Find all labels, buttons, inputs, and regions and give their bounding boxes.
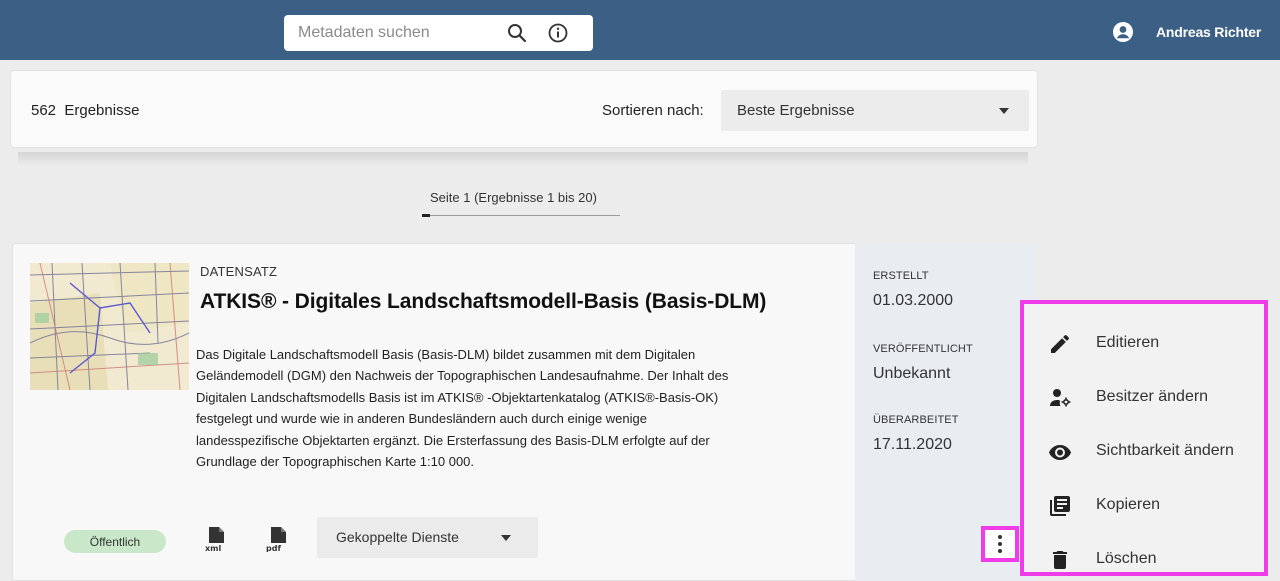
description-line: Grundlage der Topographischen Karte 1:10… — [196, 454, 475, 470]
svg-text:pdf: pdf — [266, 544, 281, 552]
menu-item-label: Editieren — [1096, 334, 1160, 351]
menu-item-edit[interactable]: Editieren — [1024, 320, 1264, 368]
created-value: 01.03.2000 — [873, 292, 954, 309]
visibility-badge: Öffentlich — [64, 530, 166, 553]
pencil-icon — [1048, 332, 1072, 356]
published-label: VERÖFFENTLICHT — [873, 343, 973, 355]
trash-icon — [1048, 548, 1072, 572]
description-line: festgelegt und wurde wie in anderen Bund… — [196, 411, 647, 427]
description-line: Geländemodell (DGM) den Nachweis der Top… — [196, 368, 729, 384]
menu-item-visibility[interactable]: Sichtbarkeit ändern — [1024, 428, 1264, 476]
top-bar: Andreas Richter — [0, 0, 1280, 60]
revised-label: ÜBERARBEITET — [873, 414, 959, 426]
context-menu: Editieren Besitzer ändern Sichtbarkeit ä… — [1020, 300, 1268, 576]
search-box — [284, 15, 593, 51]
dot — [998, 549, 1002, 553]
pagination-label: Seite 1 (Ergebnisse 1 bis 20) — [430, 190, 597, 205]
record-type: DATENSATZ — [200, 264, 278, 279]
menu-item-delete[interactable]: Löschen — [1024, 536, 1264, 581]
published-value: Unbekannt — [873, 365, 951, 382]
results-count: 562 Ergebnisse — [31, 102, 140, 119]
description-line: Digitalen Landschaftsmodells Basis ist i… — [196, 389, 719, 405]
search-input[interactable] — [298, 22, 498, 44]
account-circle-icon — [1113, 22, 1133, 42]
menu-item-label: Kopieren — [1096, 496, 1161, 513]
description-line: landesspezifische Objektarten ergänzt. D… — [196, 432, 710, 448]
copy-icon — [1048, 494, 1072, 518]
sort-value: Beste Ergebnisse — [737, 102, 855, 119]
revised-value: 17.11.2020 — [873, 436, 952, 453]
user-name: Andreas Richter — [1156, 24, 1262, 40]
xml-file-icon[interactable]: xml — [205, 526, 227, 553]
user-menu[interactable]: Andreas Richter — [1112, 20, 1261, 44]
eye-icon — [1048, 440, 1072, 464]
svg-text:xml: xml — [205, 544, 221, 552]
record-description: Das Digitale Landschaftsmodell Basis (Ba… — [196, 344, 796, 472]
info-icon[interactable] — [547, 22, 569, 44]
coupled-services-label: Gekoppelte Dienste — [336, 529, 459, 545]
change-owner-icon — [1048, 386, 1072, 410]
menu-item-label: Sichtbarkeit ändern — [1096, 442, 1234, 459]
more-options-button[interactable] — [981, 526, 1019, 562]
sort-label: Sortieren nach: — [602, 102, 704, 119]
coupled-services-dropdown[interactable]: Gekoppelte Dienste — [317, 517, 538, 558]
sort-select[interactable]: Beste Ergebnisse — [721, 90, 1029, 131]
pdf-file-icon[interactable]: pdf — [266, 526, 288, 553]
results-divider — [18, 152, 1028, 166]
dot — [998, 542, 1002, 546]
menu-item-label: Löschen — [1096, 550, 1157, 567]
menu-item-copy[interactable]: Kopieren — [1024, 482, 1264, 530]
dataset-thumbnail[interactable] — [30, 263, 189, 390]
created-label: ERSTELLT — [873, 270, 929, 282]
search-icon[interactable] — [506, 22, 528, 44]
pagination-progress — [422, 214, 620, 217]
dot — [998, 535, 1002, 539]
menu-item-label: Besitzer ändern — [1096, 388, 1209, 405]
chevron-down-icon — [501, 535, 511, 541]
record-title[interactable]: ATKIS® - Digitales Landschaftsmodell-Bas… — [200, 290, 766, 314]
chevron-down-icon — [999, 108, 1009, 114]
menu-item-change-owner[interactable]: Besitzer ändern — [1024, 374, 1264, 422]
results-header: 562 Ergebnisse Sortieren nach: Beste Erg… — [10, 70, 1038, 148]
description-line: Das Digitale Landschaftsmodell Basis (Ba… — [196, 347, 696, 362]
